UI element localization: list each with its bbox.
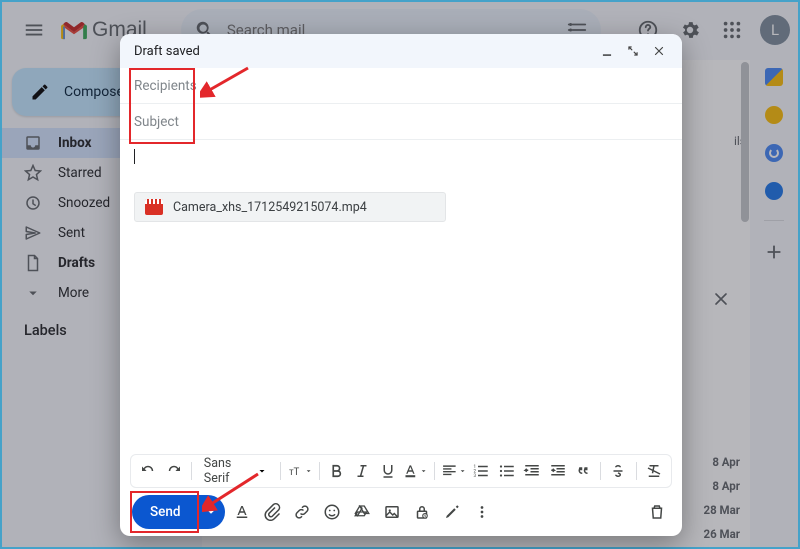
close-compose-button[interactable]: [646, 38, 672, 64]
insert-drive-button[interactable]: [349, 499, 375, 525]
compose-label: Compose: [64, 84, 124, 100]
pencil-icon: [30, 82, 50, 102]
apps-grid-icon[interactable]: [712, 10, 752, 50]
more-options-button[interactable]: [469, 499, 495, 525]
svg-text:ᴛT: ᴛT: [289, 467, 299, 478]
strikethrough-button[interactable]: [607, 458, 629, 484]
italic-button[interactable]: [351, 458, 373, 484]
bold-button[interactable]: [326, 458, 348, 484]
calendar-icon[interactable]: [765, 68, 783, 86]
chevron-down-icon: [24, 284, 42, 302]
discard-draft-button[interactable]: [644, 499, 670, 525]
scrollbar[interactable]: [740, 62, 750, 342]
mail-date: 28 Mar: [704, 503, 741, 517]
subject-input[interactable]: [134, 114, 668, 130]
mail-date: 26 Mar: [704, 527, 741, 541]
date-column: 8 Apr 8 Apr 28 Mar 26 Mar: [704, 455, 741, 541]
insert-photo-button[interactable]: [379, 499, 405, 525]
send-button[interactable]: Send: [132, 495, 225, 529]
attachment-filename: Camera_xhs_1712549215074.mp4: [173, 200, 367, 215]
attach-file-button[interactable]: [259, 499, 285, 525]
bulleted-list-button[interactable]: [496, 458, 518, 484]
main-menu-button[interactable]: [14, 10, 54, 50]
insert-link-button[interactable]: [289, 499, 315, 525]
fullscreen-button[interactable]: [620, 38, 646, 64]
numbered-list-button[interactable]: 123: [470, 458, 492, 484]
text-color-button[interactable]: [402, 458, 428, 484]
insert-signature-button[interactable]: [439, 499, 465, 525]
compose-body[interactable]: Camera_xhs_1712549215074.mp4: [120, 140, 682, 454]
subject-field[interactable]: [120, 104, 682, 140]
send-options-button[interactable]: [197, 495, 225, 529]
remove-formatting-button[interactable]: [643, 458, 665, 484]
side-panel: [750, 58, 798, 547]
compose-toolbar: Send: [120, 488, 682, 536]
formatting-toggle-button[interactable]: [229, 499, 255, 525]
formatting-toolbar: Sans Serif ᴛT 123: [130, 454, 672, 488]
addons-plus-icon[interactable]: [763, 241, 785, 263]
align-button[interactable]: [441, 458, 467, 484]
confidential-mode-button[interactable]: [409, 499, 435, 525]
gmail-icon: [60, 19, 88, 41]
compose-header[interactable]: Draft saved: [120, 34, 682, 68]
send-label: Send: [132, 504, 197, 520]
insert-emoji-button[interactable]: [319, 499, 345, 525]
attachment-chip[interactable]: Camera_xhs_1712549215074.mp4: [134, 192, 446, 222]
draft-icon: [24, 254, 42, 272]
keep-icon[interactable]: [765, 106, 783, 124]
font-family-dropdown[interactable]: Sans Serif: [198, 456, 274, 486]
mail-date: 8 Apr: [712, 479, 740, 493]
mail-date: 8 Apr: [712, 455, 740, 469]
recipients-field[interactable]: [120, 68, 682, 104]
svg-text:3: 3: [474, 473, 477, 479]
contacts-icon[interactable]: [765, 182, 783, 200]
sent-icon: [24, 224, 42, 242]
compose-title: Draft saved: [134, 44, 200, 59]
underline-button[interactable]: [377, 458, 399, 484]
inbox-icon: [24, 134, 42, 152]
tasks-icon[interactable]: [765, 144, 783, 162]
indent-more-button[interactable]: [546, 458, 568, 484]
compose-dialog: Draft saved Camera_xhs_1712549215074.mp4…: [120, 34, 682, 536]
star-icon: [24, 164, 42, 182]
panel-close-button[interactable]: [704, 282, 738, 316]
clock-icon: [24, 194, 42, 212]
text-caret: [134, 149, 135, 164]
quote-button[interactable]: [572, 458, 594, 484]
indent-less-button[interactable]: [521, 458, 543, 484]
undo-button[interactable]: [137, 458, 159, 484]
minimize-button[interactable]: [594, 38, 620, 64]
recipients-input[interactable]: [134, 78, 668, 94]
redo-button[interactable]: [162, 458, 184, 484]
account-avatar[interactable]: L: [760, 15, 790, 45]
video-file-icon: [145, 199, 163, 215]
font-size-button[interactable]: ᴛT: [287, 458, 313, 484]
